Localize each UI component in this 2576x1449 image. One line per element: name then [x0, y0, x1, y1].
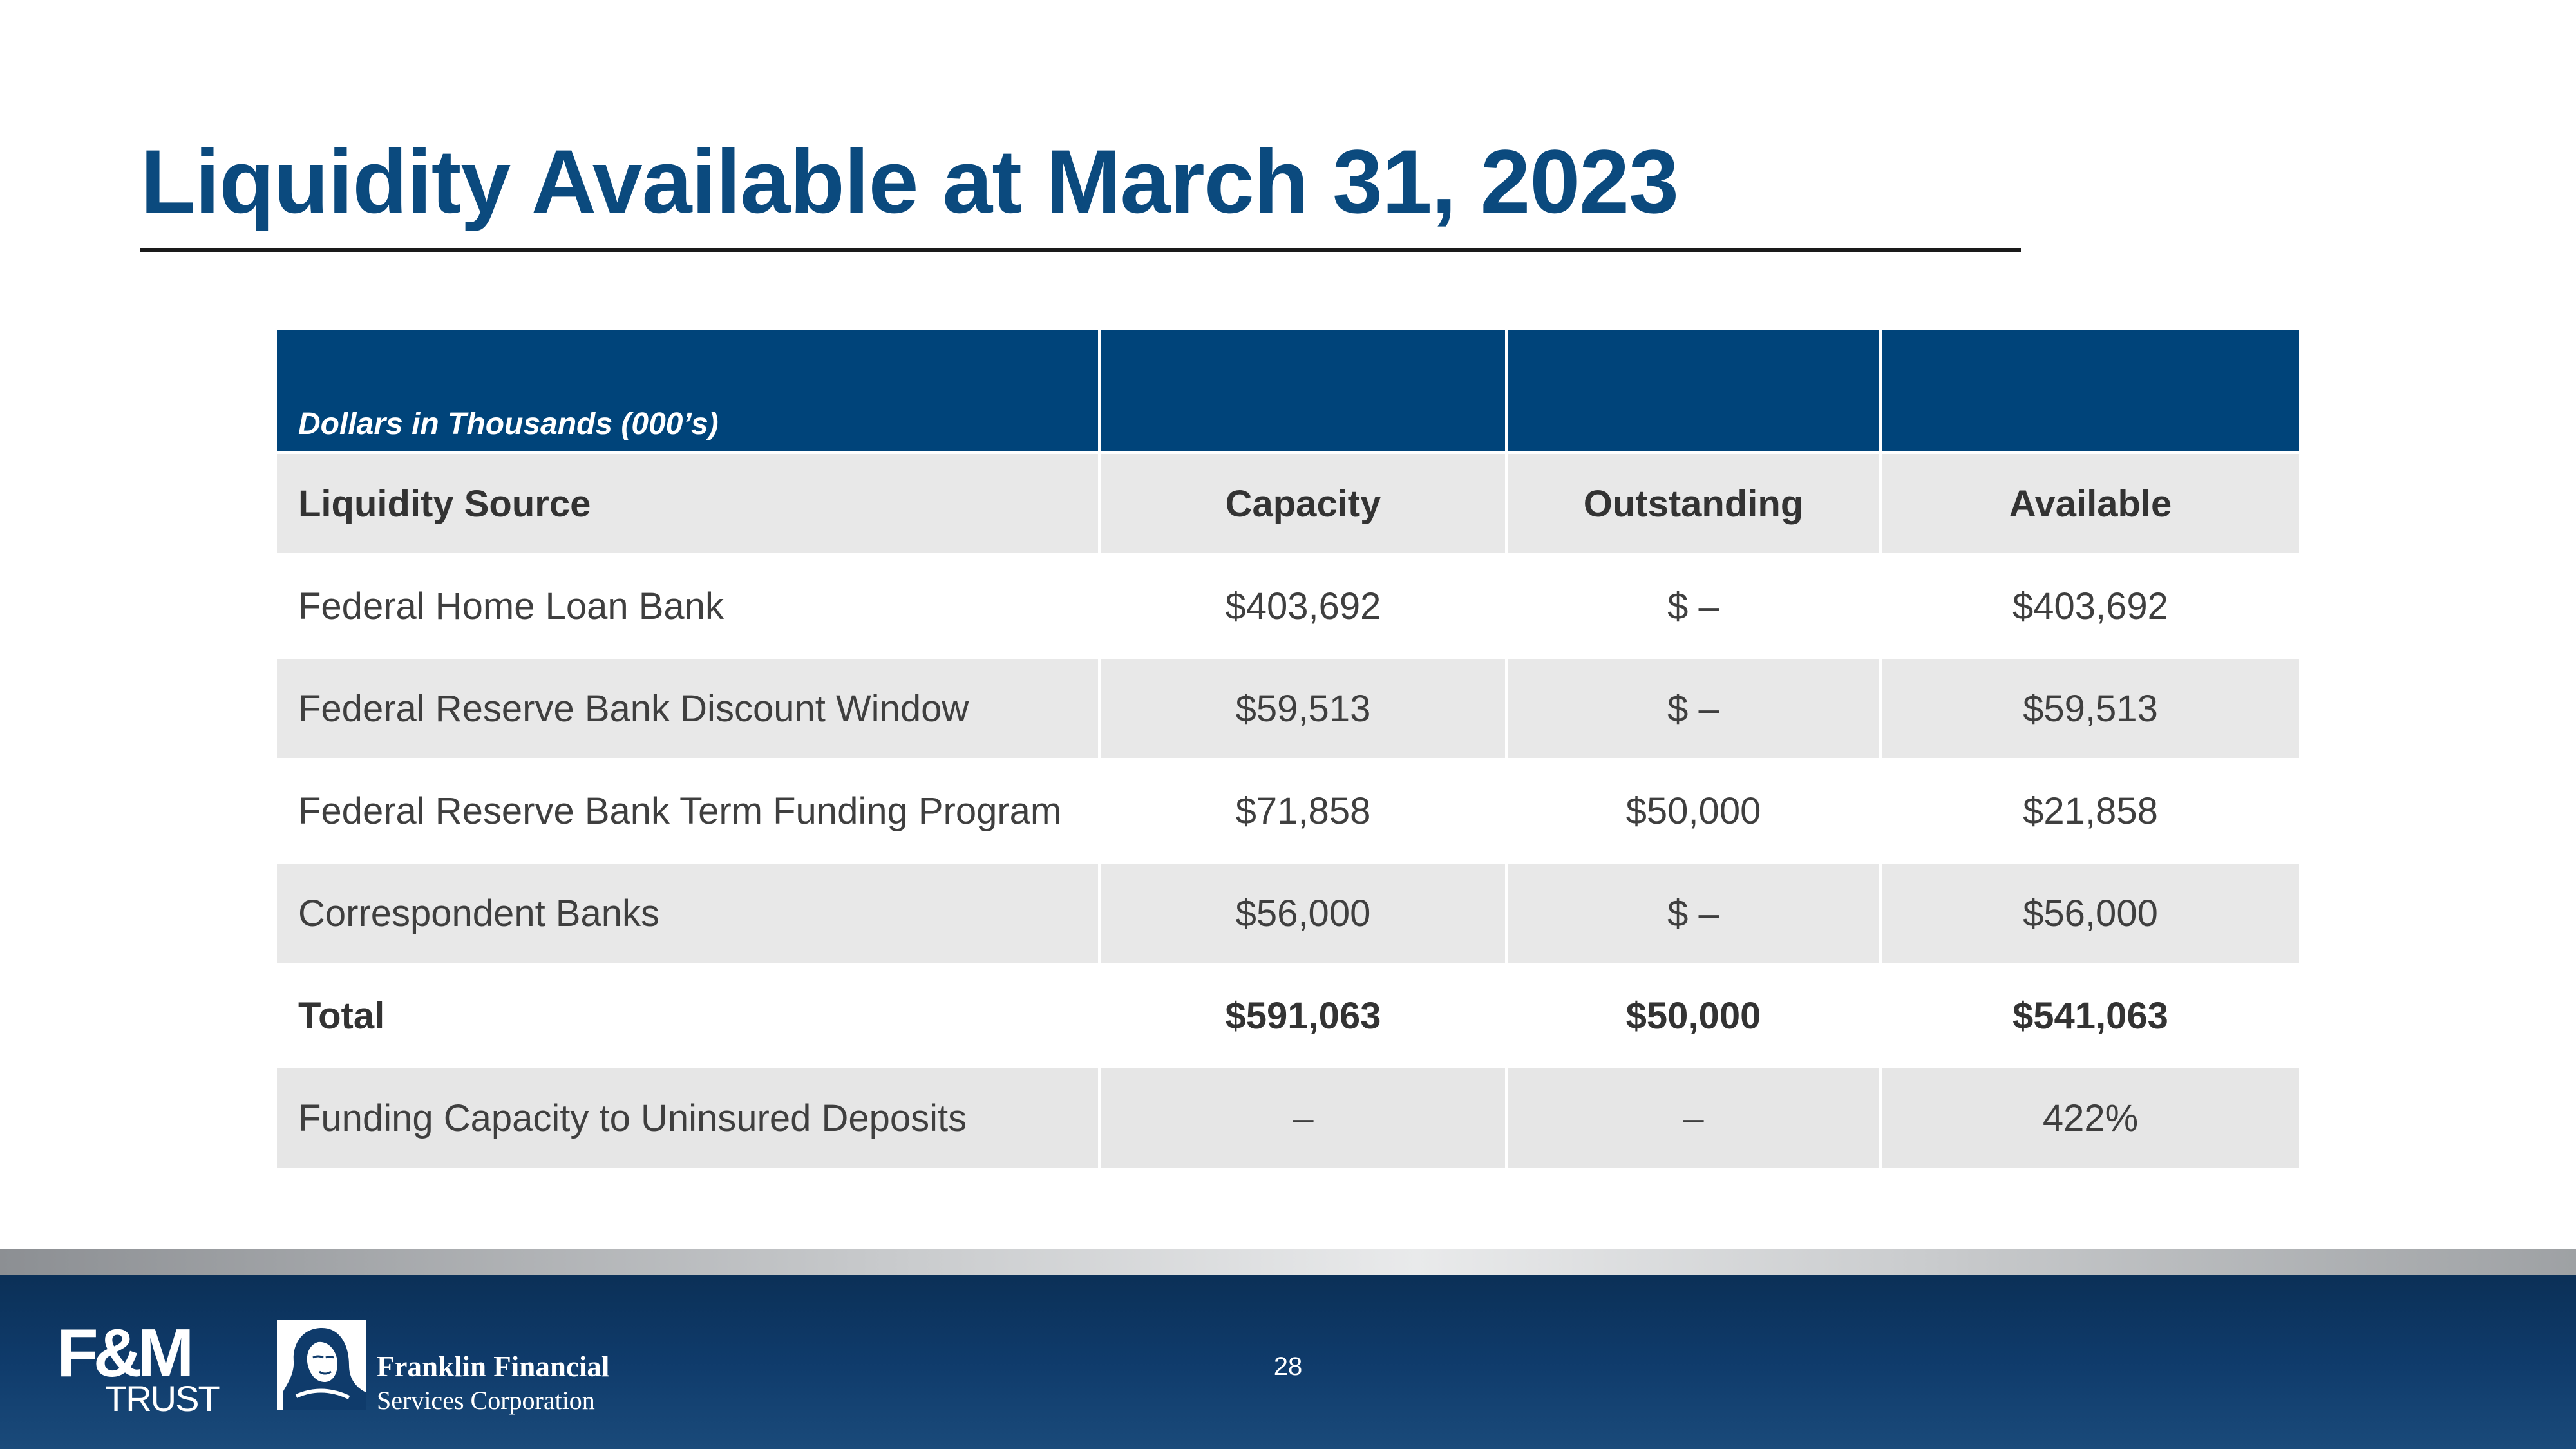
capacity-cell: $59,513 — [1101, 659, 1508, 761]
outstanding-cell: $ – — [1508, 659, 1882, 761]
total-row: Total $591,063 $50,000 $541,063 — [277, 966, 2299, 1068]
source-cell: Correspondent Banks — [277, 864, 1101, 966]
fm-trust-logo: F&M TRUST — [57, 1315, 224, 1419]
table-row: Federal Home Loan Bank $403,692 $ – $403… — [277, 556, 2299, 659]
source-cell: Federal Reserve Bank Term Funding Progra… — [277, 761, 1101, 864]
units-caption: Dollars in Thousands (000’s) — [277, 330, 1101, 454]
column-header-capacity: Capacity — [1101, 454, 1508, 556]
company-subtitle: Services Corporation — [377, 1386, 595, 1415]
page-number: 28 — [1273, 1352, 1303, 1381]
liquidity-table: Dollars in Thousands (000’s) Liquidity S… — [277, 330, 2299, 1171]
column-header-outstanding: Outstanding — [1508, 454, 1882, 556]
table-row: Funding Capacity to Uninsured Deposits –… — [277, 1068, 2299, 1171]
capacity-cell: $591,063 — [1101, 966, 1508, 1068]
table-row: Federal Reserve Bank Term Funding Progra… — [277, 761, 2299, 864]
source-cell: Federal Home Loan Bank — [277, 556, 1101, 659]
capacity-cell: – — [1101, 1068, 1508, 1171]
banner-cell — [1101, 330, 1508, 454]
title-divider — [140, 248, 2021, 252]
table-row: Correspondent Banks $56,000 $ – $56,000 — [277, 864, 2299, 966]
company-name: Franklin Financial — [377, 1350, 610, 1383]
outstanding-cell: $ – — [1508, 556, 1882, 659]
table-banner-row: Dollars in Thousands (000’s) — [277, 330, 2299, 454]
available-cell: $21,858 — [1882, 761, 2299, 864]
fm-logo-subtext: TRUST — [105, 1378, 220, 1419]
outstanding-cell: $ – — [1508, 864, 1882, 966]
outstanding-cell: $50,000 — [1508, 761, 1882, 864]
page-title: Liquidity Available at March 31, 2023 — [140, 131, 1679, 232]
fm-logo-mark: F&M — [57, 1315, 194, 1391]
source-cell: Funding Capacity to Uninsured Deposits — [277, 1068, 1101, 1171]
source-cell: Federal Reserve Bank Discount Window — [277, 659, 1101, 761]
capacity-cell: $71,858 — [1101, 761, 1508, 864]
capacity-cell: $56,000 — [1101, 864, 1508, 966]
footer-silver-band — [0, 1249, 2576, 1275]
available-cell: $403,692 — [1882, 556, 2299, 659]
source-cell: Total — [277, 966, 1101, 1068]
franklin-portrait-emblem-icon — [277, 1320, 366, 1410]
available-cell: 422% — [1882, 1068, 2299, 1171]
column-header-source: Liquidity Source — [277, 454, 1101, 556]
column-header-row: Liquidity Source Capacity Outstanding Av… — [277, 454, 2299, 556]
outstanding-cell: $50,000 — [1508, 966, 1882, 1068]
table-row: Federal Reserve Bank Discount Window $59… — [277, 659, 2299, 761]
available-cell: $541,063 — [1882, 966, 2299, 1068]
available-cell: $56,000 — [1882, 864, 2299, 966]
column-header-available: Available — [1882, 454, 2299, 556]
banner-cell — [1882, 330, 2299, 454]
banner-cell — [1508, 330, 1882, 454]
available-cell: $59,513 — [1882, 659, 2299, 761]
outstanding-cell: – — [1508, 1068, 1882, 1171]
capacity-cell: $403,692 — [1101, 556, 1508, 659]
